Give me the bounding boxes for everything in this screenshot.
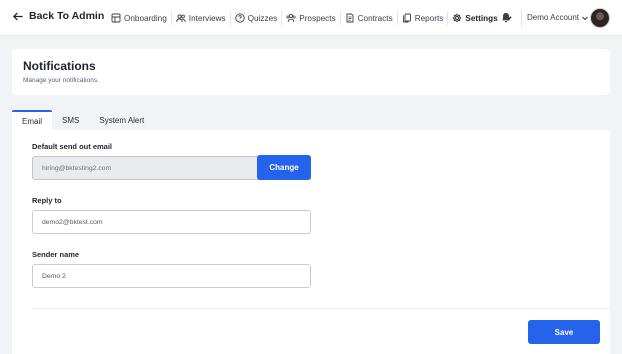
avatar[interactable]	[590, 8, 610, 28]
notification-tabs: Email SMS System Alert	[12, 110, 154, 130]
nav-divider	[281, 11, 283, 25]
reply-to-field[interactable]	[32, 210, 311, 234]
account-menu[interactable]: Demo Account	[527, 13, 589, 22]
quizzes-icon	[235, 13, 245, 23]
tab-sms[interactable]: SMS	[52, 110, 89, 130]
nav-item-onboarding[interactable]: Onboarding	[108, 0, 170, 36]
nav-label-interviews: Interviews	[188, 13, 226, 23]
nav-label-contracts: Contracts	[357, 13, 393, 23]
nav-divider	[339, 11, 341, 25]
account-name: Demo Account	[527, 13, 580, 22]
nav-item-prospects[interactable]: Prospects	[283, 0, 338, 36]
sender-name-field[interactable]	[32, 264, 311, 288]
nav-item-quizzes[interactable]: Quizzes	[232, 0, 281, 36]
arrow-left-icon	[13, 12, 23, 20]
onboarding-icon	[111, 13, 121, 23]
email-settings-panel: Default send out email Change Reply to S…	[12, 130, 610, 354]
top-navigation-bar: Back To Admin Onboarding Interviews Quiz…	[0, 0, 622, 36]
back-to-admin-label: Back To Admin	[29, 10, 105, 22]
tab-email[interactable]: Email	[12, 110, 53, 130]
nav-divider	[396, 11, 398, 25]
contracts-icon	[346, 13, 354, 23]
nav-divider	[447, 11, 449, 25]
form-divider	[32, 308, 610, 309]
gear-icon	[453, 13, 462, 23]
nav-label-onboarding: Onboarding	[124, 13, 167, 23]
back-to-admin-link[interactable]: Back To Admin	[12, 10, 104, 22]
nav-divider	[229, 11, 231, 25]
change-email-button[interactable]: Change	[257, 155, 311, 180]
save-button[interactable]: Save	[528, 320, 600, 344]
nav-item-reports[interactable]: Reports	[399, 0, 447, 36]
nav-divider	[170, 11, 172, 25]
nav-label-quizzes: Quizzes	[247, 13, 278, 23]
topbar-divider	[521, 9, 522, 27]
nav-item-interviews[interactable]: Interviews	[173, 0, 229, 36]
sender-name-label: Sender name	[32, 250, 80, 259]
page-subtitle: Manage your notifications.	[23, 77, 99, 84]
page-header: Notifications Manage your notifications.	[12, 49, 610, 95]
bell-icon[interactable]	[501, 12, 511, 23]
nav-label-prospects: Prospects	[299, 13, 336, 23]
chevron-down-icon	[582, 16, 588, 20]
nav-label-reports: Reports	[414, 13, 444, 23]
interviews-icon	[176, 14, 186, 23]
prospects-icon	[286, 13, 296, 23]
main-nav: Onboarding Interviews Quizzes Prospects …	[108, 0, 516, 36]
nav-item-contracts[interactable]: Contracts	[342, 0, 396, 36]
reports-icon	[402, 13, 411, 23]
page-title: Notifications	[23, 59, 96, 73]
nav-label-settings: Settings	[465, 13, 498, 23]
send-out-email-label: Default send out email	[32, 142, 113, 151]
reply-to-label: Reply to	[32, 196, 62, 205]
tab-system-alert[interactable]: System Alert	[89, 110, 154, 130]
